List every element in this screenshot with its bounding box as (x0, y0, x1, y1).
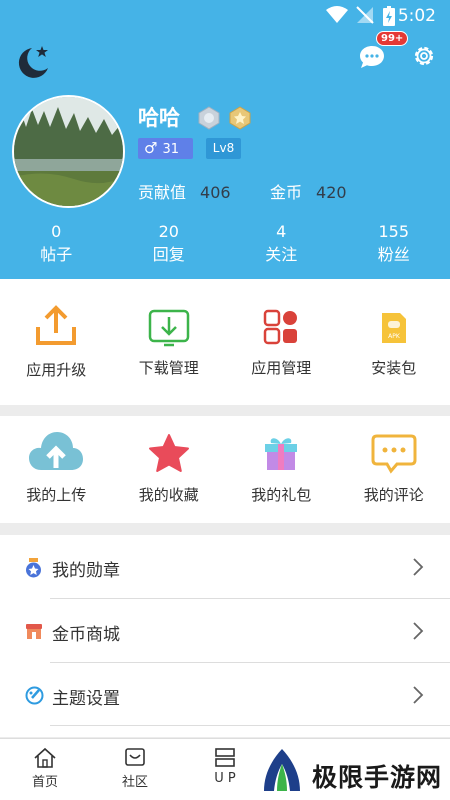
tab-community[interactable]: 社区 (100, 739, 170, 790)
tool-download-manager[interactable]: 下载管理 (113, 279, 226, 405)
tool-app-manager[interactable]: 应用管理 (225, 279, 338, 405)
tab-home[interactable]: 首页 (10, 739, 80, 790)
cloud-upload-icon (29, 432, 84, 470)
watermark-text: 极限手游网 (312, 763, 443, 792)
my-uploads[interactable]: 我的上传 (0, 416, 113, 523)
profile-header: 5:02 99+ 哈哈 ♂ 31 Lv8 贡献值 406 金币 420 0 帖子… (0, 0, 450, 279)
menu-my-medals[interactable]: 我的勋章 (0, 535, 450, 599)
wifi-icon (326, 6, 348, 23)
shop-icon (26, 624, 42, 639)
watermark-logo (264, 749, 300, 791)
level-badge: Lv8 (206, 138, 241, 159)
settings-gear-icon[interactable] (412, 44, 436, 68)
silver-medal-icon[interactable] (197, 106, 221, 130)
divider (50, 725, 450, 726)
medal-icon (26, 558, 41, 578)
palette-icon (25, 686, 44, 705)
menu-coin-shop[interactable]: 金币商城 (0, 599, 450, 663)
my-content-grid: 我的上传 我的收藏 我的礼包 我的评论 (0, 416, 450, 523)
contribution-stat: 贡献值 406 (138, 183, 231, 202)
count-following[interactable]: 4 关注 (225, 222, 338, 272)
tool-apk-packages[interactable]: APK 安装包 (338, 279, 450, 405)
status-bar: 5:02 (0, 0, 450, 32)
avatar-image (14, 97, 123, 206)
my-favorites[interactable]: 我的收藏 (113, 416, 226, 523)
gold-medal-icon[interactable] (228, 106, 252, 130)
status-time: 5:02 (397, 6, 436, 26)
battery-icon (383, 6, 395, 26)
up-icon (215, 748, 235, 767)
no-signal-icon (356, 6, 374, 24)
chevron-right-icon (413, 686, 424, 704)
username: 哈哈 (138, 106, 180, 130)
gender-age-badge: ♂ 31 (138, 138, 193, 159)
download-icon (148, 309, 189, 347)
apps-icon (264, 309, 298, 345)
chevron-right-icon (413, 558, 424, 576)
star-icon (148, 434, 189, 472)
home-icon (34, 747, 56, 768)
upload-icon (36, 305, 77, 345)
my-comments[interactable]: 我的评论 (338, 416, 450, 523)
male-icon: ♂ (144, 139, 158, 157)
coins-stat: 金币 420 (270, 183, 347, 202)
community-icon (125, 748, 145, 766)
settings-menu: 我的勋章 金币商城 主题设置 (0, 535, 450, 737)
menu-theme-settings[interactable]: 主题设置 (0, 663, 450, 727)
user-counts: 0 帖子 20 回复 4 关注 155 粉丝 (0, 222, 450, 272)
apk-icon: APK (381, 313, 406, 343)
count-fans[interactable]: 155 粉丝 (338, 222, 450, 272)
gift-icon (265, 438, 298, 470)
my-gift-packs[interactable]: 我的礼包 (225, 416, 338, 523)
count-replies[interactable]: 20 回复 (113, 222, 226, 272)
tools-grid: 应用升级 下载管理 应用管理 APK 安装包 (0, 279, 450, 405)
avatar[interactable] (12, 95, 125, 208)
chevron-right-icon (413, 622, 424, 640)
tool-app-upgrade[interactable]: 应用升级 (0, 279, 113, 405)
comment-icon (371, 434, 417, 474)
count-posts[interactable]: 0 帖子 (0, 222, 113, 272)
tab-up[interactable]: U P (190, 739, 260, 786)
night-mode-icon[interactable] (14, 44, 52, 82)
message-icon[interactable] (358, 44, 386, 70)
notification-badge: 99+ (376, 31, 409, 46)
apk-glyph: APK (388, 333, 401, 340)
